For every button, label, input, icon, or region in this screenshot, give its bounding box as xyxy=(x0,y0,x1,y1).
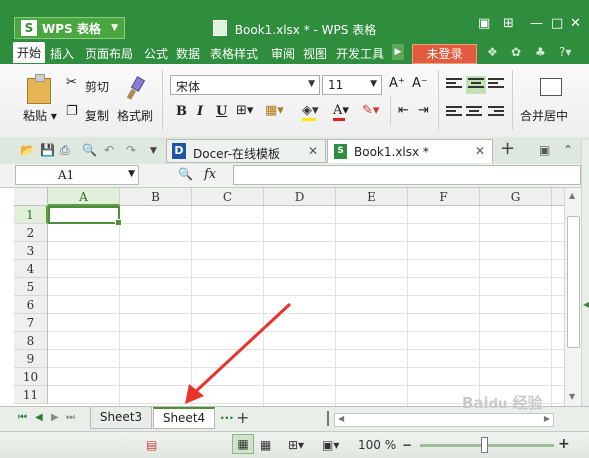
annotation-arrow-shaft xyxy=(191,302,292,396)
annotation-arrow xyxy=(185,302,292,404)
baidu-watermark: Baidu 经验 xyxy=(462,394,543,412)
